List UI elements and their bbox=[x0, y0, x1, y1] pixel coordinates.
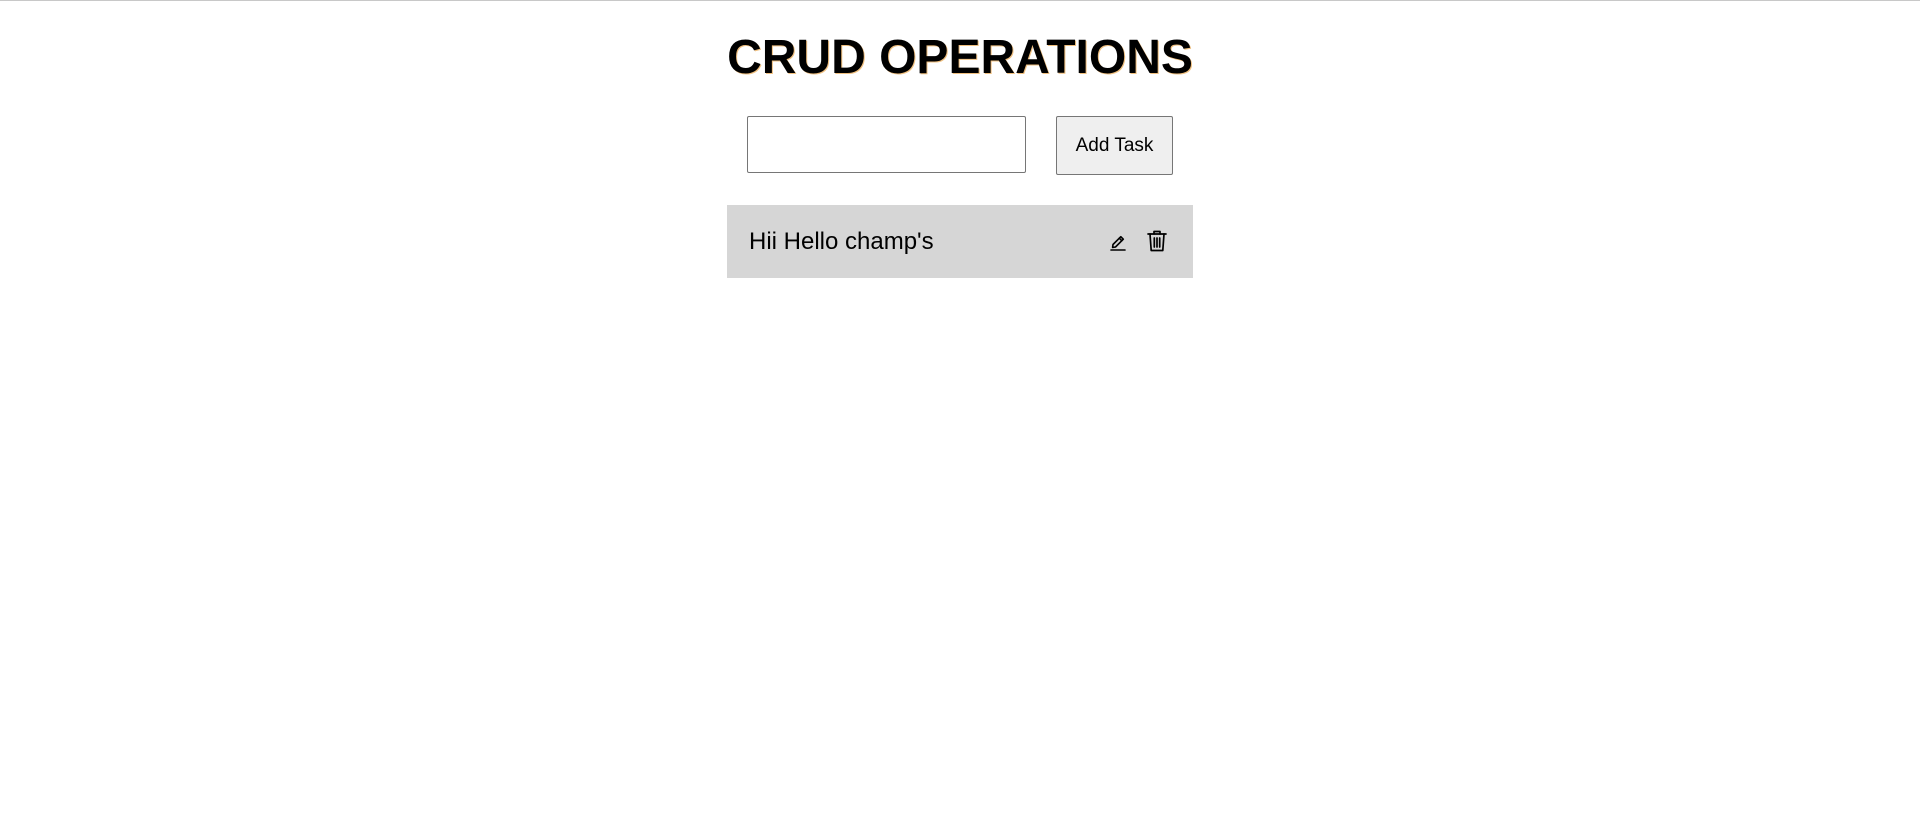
task-form: Add Task bbox=[747, 116, 1173, 175]
edit-task-button[interactable] bbox=[1104, 227, 1132, 255]
delete-task-button[interactable] bbox=[1143, 227, 1171, 255]
pencil-icon bbox=[1110, 235, 1126, 251]
trash-icon bbox=[1147, 230, 1167, 252]
add-task-button[interactable]: Add Task bbox=[1056, 116, 1173, 175]
task-list: Hii Hello champ's bbox=[727, 205, 1193, 278]
top-divider bbox=[0, 0, 1920, 1]
page-title: CRUD OPERATIONS bbox=[727, 31, 1193, 84]
task-text: Hii Hello champ's bbox=[749, 228, 934, 255]
task-item: Hii Hello champ's bbox=[727, 205, 1193, 278]
task-input[interactable] bbox=[747, 116, 1026, 173]
